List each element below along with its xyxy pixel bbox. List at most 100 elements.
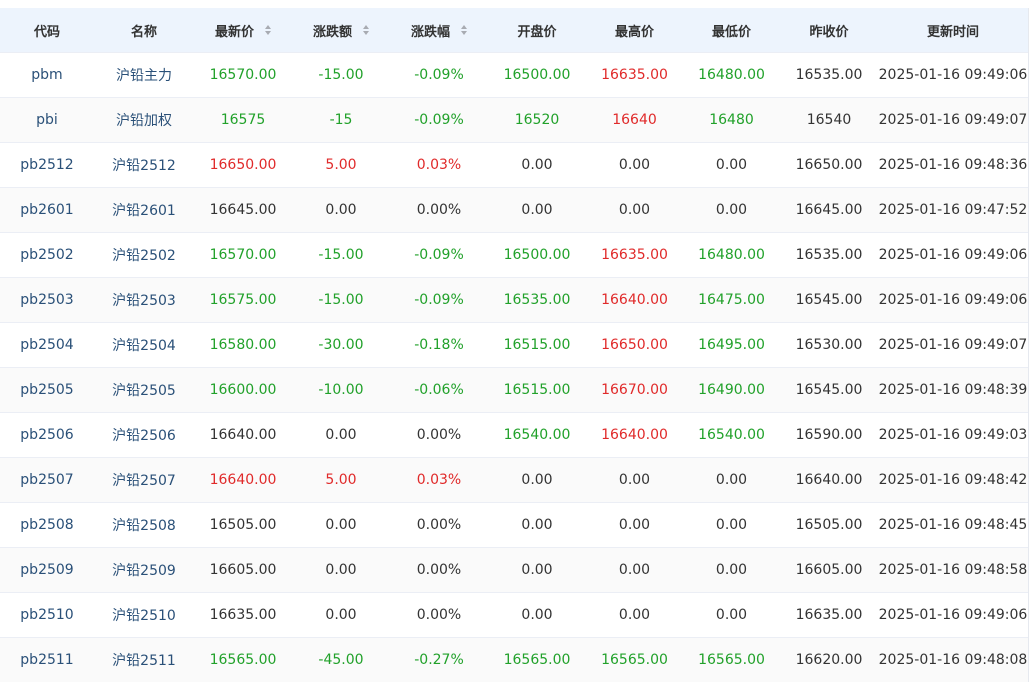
sort-descending-icon[interactable]	[363, 31, 369, 35]
table-row[interactable]: pb2508沪铅250816505.000.000.00%0.000.000.0…	[0, 503, 1028, 548]
table-row[interactable]: pb2510沪铅251016635.000.000.00%0.000.000.0…	[0, 593, 1028, 638]
cell-last-price: 16605.00	[194, 548, 292, 593]
column-header-prev: 昨收价	[780, 8, 878, 53]
cell-code[interactable]: pb2506	[0, 413, 94, 458]
cell-change-percent: -0.27%	[390, 638, 488, 682]
cell-name[interactable]: 沪铅主力	[94, 53, 194, 98]
cell-high: 0.00	[586, 143, 683, 188]
sort-caret-icon[interactable]	[363, 23, 369, 37]
cell-code[interactable]: pb2512	[0, 143, 94, 188]
cell-code[interactable]: pbm	[0, 53, 94, 98]
cell-name[interactable]: 沪铅2511	[94, 638, 194, 682]
cell-name[interactable]: 沪铅2505	[94, 368, 194, 413]
cell-prev-close: 16645.00	[780, 188, 878, 233]
cell-code[interactable]: pb2502	[0, 233, 94, 278]
cell-last-price: 16580.00	[194, 323, 292, 368]
cell-code[interactable]: pb2511	[0, 638, 94, 682]
sort-caret-icon[interactable]	[461, 23, 467, 37]
table-row[interactable]: pb2503沪铅250316575.00-15.00-0.09%16535.00…	[0, 278, 1028, 323]
cell-prev-close: 16540	[780, 98, 878, 143]
cell-last-price: 16640.00	[194, 458, 292, 503]
cell-change: 0.00	[292, 548, 390, 593]
cell-name[interactable]: 沪铅2506	[94, 413, 194, 458]
column-header-inner: 最高价	[615, 21, 654, 40]
column-header-label: 涨跌幅	[411, 21, 450, 40]
column-header-pct[interactable]: 涨跌幅	[390, 8, 488, 53]
cell-code[interactable]: pb2503	[0, 278, 94, 323]
cell-name[interactable]: 沪铅2502	[94, 233, 194, 278]
sort-ascending-icon[interactable]	[265, 25, 271, 29]
cell-low: 16565.00	[683, 638, 780, 682]
cell-change-percent: -0.09%	[390, 98, 488, 143]
cell-high: 16640.00	[586, 278, 683, 323]
table-row[interactable]: pb2502沪铅250216570.00-15.00-0.09%16500.00…	[0, 233, 1028, 278]
cell-code[interactable]: pb2505	[0, 368, 94, 413]
cell-code[interactable]: pb2601	[0, 188, 94, 233]
column-header-label: 开盘价	[517, 21, 556, 40]
cell-update-time: 2025-01-16 09:48:39	[878, 368, 1028, 413]
cell-change: 0.00	[292, 593, 390, 638]
quote-table-container: 代码名称最新价涨跌额涨跌幅开盘价最高价最低价昨收价更新时间 pbm沪铅主力165…	[0, 8, 1029, 682]
table-row[interactable]: pb2504沪铅250416580.00-30.00-0.18%16515.00…	[0, 323, 1028, 368]
cell-code[interactable]: pb2510	[0, 593, 94, 638]
cell-low: 16480	[683, 98, 780, 143]
sort-ascending-icon[interactable]	[363, 25, 369, 29]
table-header: 代码名称最新价涨跌额涨跌幅开盘价最高价最低价昨收价更新时间	[0, 8, 1028, 53]
cell-high: 0.00	[586, 503, 683, 548]
table-row[interactable]: pbi沪铅加权16575-15-0.09%1652016640164801654…	[0, 98, 1028, 143]
cell-name[interactable]: 沪铅2508	[94, 503, 194, 548]
cell-name[interactable]: 沪铅加权	[94, 98, 194, 143]
table-row[interactable]: pb2511沪铅251116565.00-45.00-0.27%16565.00…	[0, 638, 1028, 682]
cell-low: 0.00	[683, 593, 780, 638]
table-row[interactable]: pb2512沪铅251216650.005.000.03%0.000.000.0…	[0, 143, 1028, 188]
column-header-label: 最新价	[215, 21, 254, 40]
table-row[interactable]: pb2505沪铅250516600.00-10.00-0.06%16515.00…	[0, 368, 1028, 413]
cell-update-time: 2025-01-16 09:48:45	[878, 503, 1028, 548]
table-row[interactable]: pb2509沪铅250916605.000.000.00%0.000.000.0…	[0, 548, 1028, 593]
column-header-chg[interactable]: 涨跌额	[292, 8, 390, 53]
cell-code[interactable]: pbi	[0, 98, 94, 143]
cell-change-percent: -0.09%	[390, 233, 488, 278]
cell-last-price: 16575.00	[194, 278, 292, 323]
cell-change: -10.00	[292, 368, 390, 413]
table-row[interactable]: pb2507沪铅250716640.005.000.03%0.000.000.0…	[0, 458, 1028, 503]
cell-high: 0.00	[586, 458, 683, 503]
cell-name[interactable]: 沪铅2601	[94, 188, 194, 233]
cell-name[interactable]: 沪铅2512	[94, 143, 194, 188]
cell-code[interactable]: pb2504	[0, 323, 94, 368]
cell-update-time: 2025-01-16 09:48:36	[878, 143, 1028, 188]
cell-name[interactable]: 沪铅2509	[94, 548, 194, 593]
futures-quote-table: 代码名称最新价涨跌额涨跌幅开盘价最高价最低价昨收价更新时间 pbm沪铅主力165…	[0, 8, 1028, 682]
cell-last-price: 16650.00	[194, 143, 292, 188]
cell-change: 0.00	[292, 413, 390, 458]
cell-open: 16540.00	[488, 413, 586, 458]
column-header-inner: 代码	[34, 21, 60, 40]
cell-low: 16495.00	[683, 323, 780, 368]
cell-open: 16500.00	[488, 53, 586, 98]
sort-caret-icon[interactable]	[265, 23, 271, 37]
cell-change-percent: -0.18%	[390, 323, 488, 368]
cell-last-price: 16645.00	[194, 188, 292, 233]
sort-ascending-icon[interactable]	[461, 25, 467, 29]
column-header-high: 最高价	[586, 8, 683, 53]
cell-name[interactable]: 沪铅2510	[94, 593, 194, 638]
cell-last-price: 16505.00	[194, 503, 292, 548]
table-row[interactable]: pb2601沪铅260116645.000.000.00%0.000.000.0…	[0, 188, 1028, 233]
cell-high: 0.00	[586, 593, 683, 638]
cell-high: 16635.00	[586, 53, 683, 98]
column-header-last[interactable]: 最新价	[194, 8, 292, 53]
cell-name[interactable]: 沪铅2504	[94, 323, 194, 368]
cell-code[interactable]: pb2508	[0, 503, 94, 548]
cell-open: 16500.00	[488, 233, 586, 278]
sort-descending-icon[interactable]	[461, 31, 467, 35]
cell-name[interactable]: 沪铅2503	[94, 278, 194, 323]
sort-descending-icon[interactable]	[265, 31, 271, 35]
cell-name[interactable]: 沪铅2507	[94, 458, 194, 503]
cell-prev-close: 16505.00	[780, 503, 878, 548]
cell-code[interactable]: pb2507	[0, 458, 94, 503]
cell-open: 0.00	[488, 503, 586, 548]
cell-code[interactable]: pb2509	[0, 548, 94, 593]
table-row[interactable]: pbm沪铅主力16570.00-15.00-0.09%16500.0016635…	[0, 53, 1028, 98]
table-row[interactable]: pb2506沪铅250616640.000.000.00%16540.00166…	[0, 413, 1028, 458]
cell-change-percent: -0.06%	[390, 368, 488, 413]
